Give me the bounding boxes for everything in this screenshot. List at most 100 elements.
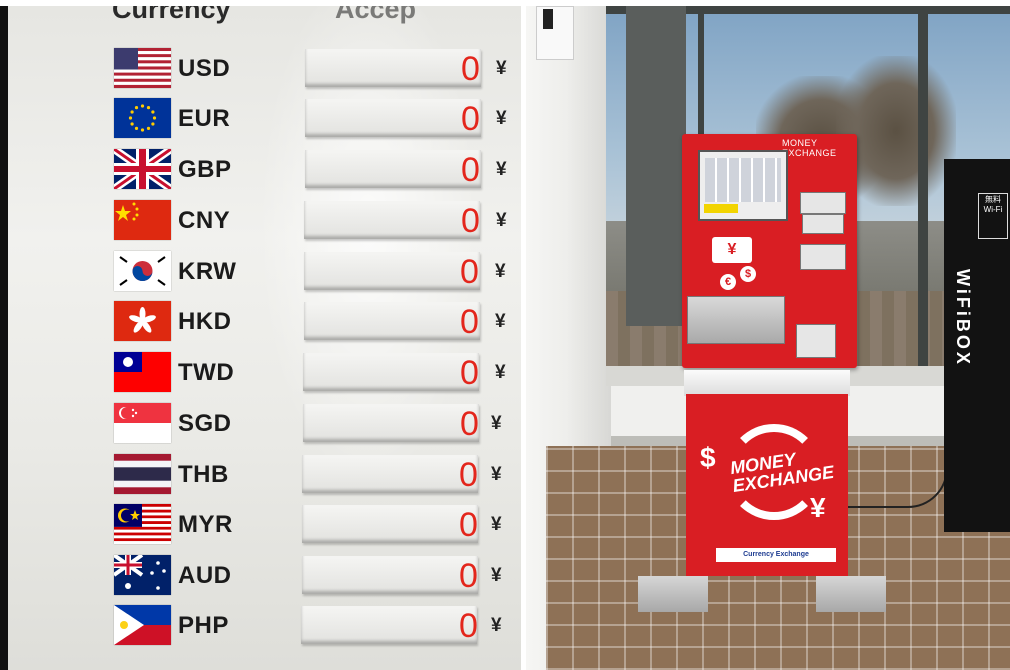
accepted-amount-field (305, 99, 481, 137)
accepted-amount-field (302, 556, 478, 594)
yen-unit: ¥ (495, 362, 506, 383)
accepted-amount-field (302, 455, 478, 493)
accept-column-header: Accep (335, 6, 417, 24)
currency-code: TWD (178, 359, 235, 386)
wifi-box: 無料 Wi-Fi WiFiBOX (944, 159, 1010, 532)
notice-icon (543, 9, 553, 29)
eu-flag-icon (114, 98, 171, 138)
currency-code: USD (178, 55, 231, 82)
thailand-flag-icon (114, 454, 171, 494)
accepted-amount-value: 0 (460, 303, 479, 341)
window-pillar (626, 6, 686, 326)
currency-code: SGD (178, 410, 232, 437)
accepted-amount-field (304, 201, 480, 239)
yen-unit: ¥ (496, 58, 507, 79)
yen-unit: ¥ (495, 261, 506, 282)
accepted-amount-field (303, 353, 479, 391)
yen-unit: ¥ (496, 108, 507, 129)
currency-row-cny: CNY 0 ¥ (8, 200, 521, 242)
kiosk-title: MONEY EXCHANGE (782, 138, 837, 158)
accepted-amount-value: 0 (459, 456, 478, 494)
currency-row-aud: AUD 0 ¥ (8, 555, 521, 597)
currency-code: THB (178, 461, 229, 488)
currency-row-eur: EUR 0 ¥ (8, 98, 521, 140)
yen-unit: ¥ (491, 413, 502, 434)
singapore-flag-icon (114, 403, 171, 443)
china-flag-icon (114, 200, 171, 240)
accepted-amount-field (304, 302, 480, 340)
currency-code: MYR (178, 511, 233, 538)
yen-unit: ¥ (491, 464, 502, 485)
accepted-amount-value: 0 (459, 557, 478, 595)
currency-row-gbp: GBP 0 ¥ (8, 149, 521, 191)
dollar-sign-icon: $ (700, 442, 716, 473)
accepted-amount-field (301, 606, 477, 644)
korea-flag-icon (114, 251, 171, 291)
currency-code: HKD (178, 308, 232, 335)
cash-dispenser-tray[interactable] (687, 296, 785, 344)
philippines-flag-icon (114, 605, 171, 645)
kiosk-footer-label: Currency Exchange (716, 548, 836, 562)
yen-unit: ¥ (496, 210, 507, 231)
australia-flag-icon (114, 555, 171, 595)
exchange-kiosk-top: MONEY EXCHANGE ¥ € $ (682, 134, 857, 368)
us-flag-icon (114, 48, 171, 88)
kiosk-shelf (684, 370, 850, 396)
currency-row-myr: MYR 0 ¥ (8, 504, 521, 546)
kiosk-base-left (638, 576, 708, 612)
currency-column-header: Currency (112, 6, 231, 24)
dollar-coin-icon: $ (740, 266, 756, 282)
kiosk-currency-grid[interactable] (705, 158, 781, 202)
yen-unit: ¥ (491, 565, 502, 586)
kiosk-start-button[interactable] (704, 204, 738, 213)
currency-row-krw: KRW 0 ¥ (8, 251, 521, 293)
yen-unit: ¥ (495, 311, 506, 332)
accepted-amount-field (305, 49, 481, 87)
accepted-amount-field (303, 404, 479, 442)
accepted-amount-field (302, 505, 478, 543)
receipt-slot[interactable] (802, 214, 844, 234)
yen-sign-icon: ¥ (810, 492, 826, 523)
currency-screen: Currency Accep USD 0 ¥ EUR 0 ¥ GBP 0 ¥ CNY 0 ¥ KRW 0 ¥… (8, 6, 521, 670)
accepted-amount-value: 0 (459, 506, 478, 544)
card-slot[interactable] (800, 192, 846, 214)
euro-coin-icon: € (720, 274, 736, 290)
accepted-amount-field (304, 252, 480, 290)
accepted-amount-value: 0 (460, 253, 479, 291)
currency-row-hkd: HKD 0 ¥ (8, 301, 521, 343)
currency-code: GBP (178, 156, 232, 183)
currency-row-sgd: SGD 0 ¥ (8, 403, 521, 445)
currency-code: KRW (178, 258, 237, 285)
currency-code: EUR (178, 105, 231, 132)
currency-code: PHP (178, 612, 229, 639)
yen-unit: ¥ (491, 615, 502, 636)
accepted-amount-value: 0 (461, 100, 480, 138)
yen-note-icon: ¥ (712, 237, 752, 263)
malaysia-flag-icon (114, 504, 171, 544)
currency-row-thb: THB 0 ¥ (8, 454, 521, 496)
window-frame (918, 6, 928, 378)
kiosk-base-right (816, 576, 886, 612)
yen-unit: ¥ (491, 514, 502, 535)
wall-notice (536, 6, 574, 60)
uk-flag-icon (114, 149, 171, 189)
currency-row-php: PHP 0 ¥ (8, 605, 521, 647)
screen-bezel (0, 6, 8, 670)
currency-row-usd: USD 0 ¥ (8, 48, 521, 90)
kiosk-photo: 無料 Wi-Fi WiFiBOX MONEY EXCHANGE ¥ € $ MO… (526, 6, 1010, 670)
hong-kong-flag-icon (114, 301, 171, 341)
accepted-amount-value: 0 (460, 405, 479, 443)
accepted-amount-value: 0 (461, 202, 480, 240)
wifi-tag: 無料 Wi-Fi (978, 193, 1008, 239)
accepted-amount-value: 0 (459, 607, 478, 645)
coin-tray[interactable] (796, 324, 836, 358)
banknote-slot[interactable] (800, 244, 846, 270)
kiosk-touchscreen[interactable] (698, 150, 788, 221)
yen-unit: ¥ (496, 159, 507, 180)
accepted-amount-field (305, 150, 481, 188)
wifi-box-label: WiFiBOX (953, 269, 973, 367)
accepted-amount-value: 0 (460, 354, 479, 392)
accepted-amount-value: 0 (461, 50, 480, 88)
currency-code: AUD (178, 562, 232, 589)
accepted-amount-value: 0 (461, 151, 480, 189)
